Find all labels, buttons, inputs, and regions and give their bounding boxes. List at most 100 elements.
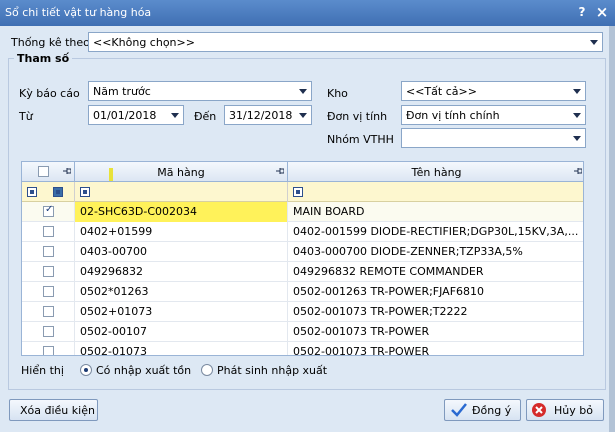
table-row[interactable]: 02-SHC63D-C002034 MAIN BOARD xyxy=(22,202,583,222)
row-name-cell[interactable]: 0403-000700 DIODE-ZENNER;TZP33A,5% xyxy=(288,242,583,262)
table-row[interactable]: 0403-00700 0403-000700 DIODE-ZENNER;TZP33… xyxy=(22,242,583,262)
row-code-cell[interactable]: 0502+01073 xyxy=(75,302,288,322)
row-code: 0502+01073 xyxy=(80,305,153,318)
row-code: 049296832 xyxy=(80,265,143,278)
chevron-down-icon[interactable] xyxy=(586,33,602,51)
radio-movement[interactable] xyxy=(201,364,213,376)
row-check-cell[interactable] xyxy=(22,322,75,342)
table-row[interactable]: 049296832 049296832 REMOTE COMMANDER xyxy=(22,262,583,282)
row-code: 0502*01263 xyxy=(80,285,149,298)
row-check-cell[interactable] xyxy=(22,282,75,302)
unit-label: Đơn vị tính xyxy=(327,110,388,123)
column-header-code[interactable]: Mã hàng xyxy=(75,162,288,182)
row-check-cell[interactable] xyxy=(22,262,75,282)
chevron-down-icon[interactable] xyxy=(569,82,585,100)
table-row[interactable]: 0502+01073 0502-001073 TR-POWER;T2222 xyxy=(22,302,583,322)
radio-inventory-label[interactable]: Có nhập xuất tồn xyxy=(96,364,191,377)
row-name-cell[interactable]: 0502-001263 TR-POWER;FJAF6810 xyxy=(288,282,583,302)
row-checkbox[interactable] xyxy=(43,326,54,337)
chevron-down-icon[interactable] xyxy=(569,106,585,124)
filter-cell-code[interactable] xyxy=(75,182,288,202)
stat-by-value: <<Không chọn>> xyxy=(93,36,195,49)
row-name-cell[interactable]: 049296832 REMOTE COMMANDER xyxy=(288,262,583,282)
grid-header: Mã hàng Tên hàng xyxy=(22,162,583,182)
chevron-down-icon[interactable] xyxy=(295,106,311,124)
table-row[interactable]: 0502*01263 0502-001263 TR-POWER;FJAF6810 xyxy=(22,282,583,302)
filter-mode-icon[interactable] xyxy=(53,187,63,197)
help-icon[interactable]: ? xyxy=(574,4,590,20)
filter-icon[interactable] xyxy=(80,187,90,197)
table-row[interactable]: 0402+01599 0402-001599 DIODE-RECTIFIER;DG… xyxy=(22,222,583,242)
row-checkbox[interactable] xyxy=(43,204,54,217)
filter-cell-check[interactable] xyxy=(22,182,75,202)
row-code-cell[interactable]: 0502-01073 xyxy=(75,342,288,355)
filter-cell-name[interactable] xyxy=(288,182,583,202)
filter-icon[interactable] xyxy=(27,187,37,197)
clear-conditions-button[interactable]: Xóa điều kiện xyxy=(9,399,98,421)
radio-movement-label[interactable]: Phát sinh nhập xuất xyxy=(217,364,327,377)
window-title: Sổ chi tiết vật tư hàng hóa xyxy=(5,6,152,19)
radio-inventory[interactable] xyxy=(80,364,92,376)
row-name: 0403-000700 DIODE-ZENNER;TZP33A,5% xyxy=(293,245,523,258)
row-check-cell[interactable] xyxy=(22,242,75,262)
column-header-name-label: Tên hàng xyxy=(411,166,462,179)
pin-icon[interactable] xyxy=(276,168,284,175)
from-date-input[interactable]: 01/01/2018 xyxy=(88,105,184,125)
unit-select[interactable]: Đơn vị tính chính xyxy=(401,105,586,125)
row-name-cell[interactable]: MAIN BOARD xyxy=(288,202,583,222)
chevron-down-icon[interactable] xyxy=(295,82,311,100)
row-code-cell[interactable]: 0402+01599 xyxy=(75,222,288,242)
row-code: 02-SHC63D-C002034 xyxy=(80,205,198,218)
item-group-select[interactable] xyxy=(401,128,586,148)
report-period-select[interactable]: Năm trước xyxy=(88,81,312,101)
row-name: 049296832 REMOTE COMMANDER xyxy=(293,265,484,278)
column-header-name[interactable]: Tên hàng xyxy=(288,162,583,182)
filter-icon[interactable] xyxy=(293,187,303,197)
to-label: Đến xyxy=(194,110,217,123)
clear-conditions-label: Xóa điều kiện xyxy=(20,404,95,417)
check-icon xyxy=(451,403,467,417)
row-code-cell[interactable]: 049296832 xyxy=(75,262,288,282)
row-name-cell[interactable]: 0502-001073 TR-POWER xyxy=(288,322,583,342)
items-grid[interactable]: Mã hàng Tên hàng 02-SHC63D-C002034 MAIN B… xyxy=(21,161,584,356)
chevron-down-icon[interactable] xyxy=(167,106,183,124)
row-code-cell[interactable]: 0502*01263 xyxy=(75,282,288,302)
column-drag-marker xyxy=(109,168,113,181)
row-checkbox[interactable] xyxy=(43,306,54,317)
row-name-cell[interactable]: 0502-001073 TR-POWER xyxy=(288,342,583,356)
to-date-input[interactable]: 31/12/2018 xyxy=(224,105,312,125)
row-checkbox[interactable] xyxy=(43,286,54,297)
row-check-cell[interactable] xyxy=(22,222,75,242)
stat-by-select[interactable]: <<Không chọn>> xyxy=(88,32,603,52)
row-name-cell[interactable]: 0402-001599 DIODE-RECTIFIER;DGP30L,15KV,… xyxy=(288,222,583,242)
row-checkbox[interactable] xyxy=(43,246,54,257)
report-period-label: Kỳ báo cáo xyxy=(19,87,80,100)
row-check-cell[interactable] xyxy=(22,342,75,355)
select-all-checkbox[interactable] xyxy=(38,166,49,177)
header-select-all[interactable] xyxy=(22,162,75,182)
table-row[interactable]: 0502-01073 0502-001073 TR-POWER xyxy=(22,342,583,356)
row-check-cell[interactable] xyxy=(22,302,75,322)
cancel-button[interactable]: Hủy bỏ xyxy=(526,399,604,421)
row-checkbox[interactable] xyxy=(43,266,54,277)
window-edge xyxy=(609,26,615,432)
row-checkbox[interactable] xyxy=(43,226,54,237)
close-icon[interactable]: × xyxy=(594,4,610,20)
row-code-cell[interactable]: 0403-00700 xyxy=(75,242,288,262)
row-name: 0502-001073 TR-POWER xyxy=(293,345,430,356)
row-checkbox[interactable] xyxy=(43,346,54,355)
pin-icon[interactable] xyxy=(574,168,582,175)
ok-button[interactable]: Đồng ý xyxy=(444,399,521,421)
title-bar[interactable]: Sổ chi tiết vật tư hàng hóa ? × xyxy=(0,0,615,26)
from-label: Từ xyxy=(19,110,33,123)
pin-icon[interactable] xyxy=(63,168,71,175)
row-code-cell[interactable]: 0502-00107 xyxy=(75,322,288,342)
unit-value: Đơn vị tính chính xyxy=(406,109,500,122)
row-code-cell[interactable]: 02-SHC63D-C002034 xyxy=(75,202,288,222)
table-row[interactable]: 0502-00107 0502-001073 TR-POWER xyxy=(22,322,583,342)
row-check-cell[interactable] xyxy=(22,202,75,222)
chevron-down-icon[interactable] xyxy=(569,129,585,147)
warehouse-select[interactable]: <<Tất cả>> xyxy=(401,81,586,101)
row-name-cell[interactable]: 0502-001073 TR-POWER;T2222 xyxy=(288,302,583,322)
row-name: 0502-001263 TR-POWER;FJAF6810 xyxy=(293,285,485,298)
